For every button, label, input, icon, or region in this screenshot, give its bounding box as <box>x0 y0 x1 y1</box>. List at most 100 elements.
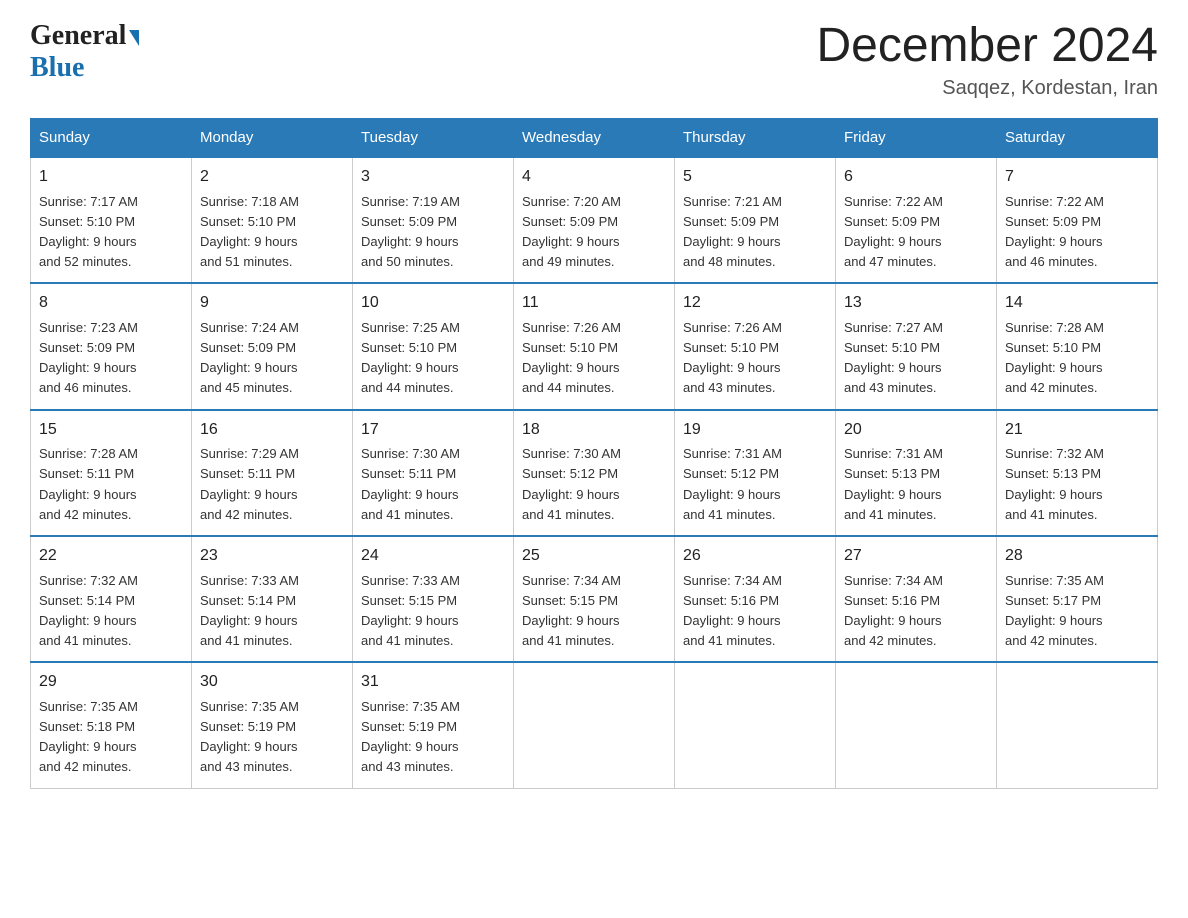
day-info: Sunrise: 7:23 AMSunset: 5:09 PMDaylight:… <box>39 320 138 395</box>
day-info: Sunrise: 7:35 AMSunset: 5:17 PMDaylight:… <box>1005 573 1104 648</box>
day-info: Sunrise: 7:21 AMSunset: 5:09 PMDaylight:… <box>683 194 782 269</box>
calendar-cell: 18 Sunrise: 7:30 AMSunset: 5:12 PMDayligh… <box>514 410 675 536</box>
day-info: Sunrise: 7:22 AMSunset: 5:09 PMDaylight:… <box>1005 194 1104 269</box>
day-number: 16 <box>200 418 344 443</box>
calendar-cell: 30 Sunrise: 7:35 AMSunset: 5:19 PMDayligh… <box>192 662 353 788</box>
location-subtitle: Saqqez, Kordestan, Iran <box>816 77 1158 100</box>
day-number: 5 <box>683 165 827 190</box>
day-number: 23 <box>200 544 344 569</box>
day-info: Sunrise: 7:25 AMSunset: 5:10 PMDaylight:… <box>361 320 460 395</box>
calendar-cell: 12Sunrise: 7:26 AMSunset: 5:10 PMDayligh… <box>675 283 836 409</box>
day-info: Sunrise: 7:34 AMSunset: 5:16 PMDaylight:… <box>844 573 943 648</box>
day-info: Sunrise: 7:35 AMSunset: 5:18 PMDaylight:… <box>39 699 138 774</box>
day-number: 15 <box>39 418 183 443</box>
logo-general-text: General <box>30 20 126 52</box>
day-info: Sunrise: 7:22 AMSunset: 5:09 PMDaylight:… <box>844 194 943 269</box>
day-number: 2 <box>200 165 344 190</box>
logo: General Blue <box>30 20 139 84</box>
day-number: 18 <box>522 418 666 443</box>
day-number: 22 <box>39 544 183 569</box>
day-number: 26 <box>683 544 827 569</box>
day-number: 30 <box>200 670 344 695</box>
calendar-cell: 2 Sunrise: 7:18 AMSunset: 5:10 PMDaylight… <box>192 157 353 283</box>
calendar-week-5: 29Sunrise: 7:35 AMSunset: 5:18 PMDayligh… <box>31 662 1158 788</box>
day-number: 24 <box>361 544 505 569</box>
day-info: Sunrise: 7:26 AMSunset: 5:10 PMDaylight:… <box>683 320 782 395</box>
day-number: 7 <box>1005 165 1149 190</box>
calendar-week-2: 8 Sunrise: 7:23 AMSunset: 5:09 PMDaylight… <box>31 283 1158 409</box>
col-tuesday: Tuesday <box>353 118 514 157</box>
calendar-cell: 25 Sunrise: 7:34 AMSunset: 5:15 PMDayligh… <box>514 536 675 662</box>
page-header: General Blue December 2024 Saqqez, Korde… <box>30 20 1158 100</box>
day-number: 10 <box>361 291 505 316</box>
day-info: Sunrise: 7:31 AMSunset: 5:13 PMDaylight:… <box>844 446 943 521</box>
day-info: Sunrise: 7:19 AMSunset: 5:09 PMDaylight:… <box>361 194 460 269</box>
col-wednesday: Wednesday <box>514 118 675 157</box>
calendar-cell: 8 Sunrise: 7:23 AMSunset: 5:09 PMDaylight… <box>31 283 192 409</box>
day-info: Sunrise: 7:17 AMSunset: 5:10 PMDaylight:… <box>39 194 138 269</box>
day-number: 9 <box>200 291 344 316</box>
calendar-cell <box>675 662 836 788</box>
day-number: 21 <box>1005 418 1149 443</box>
day-info: Sunrise: 7:34 AMSunset: 5:15 PMDaylight:… <box>522 573 621 648</box>
calendar-cell: 7 Sunrise: 7:22 AMSunset: 5:09 PMDaylight… <box>997 157 1158 283</box>
day-number: 13 <box>844 291 988 316</box>
calendar-cell <box>514 662 675 788</box>
day-number: 8 <box>39 291 183 316</box>
day-info: Sunrise: 7:32 AMSunset: 5:14 PMDaylight:… <box>39 573 138 648</box>
calendar-cell: 29Sunrise: 7:35 AMSunset: 5:18 PMDayligh… <box>31 662 192 788</box>
col-friday: Friday <box>836 118 997 157</box>
calendar-cell <box>997 662 1158 788</box>
day-number: 3 <box>361 165 505 190</box>
calendar-cell: 11 Sunrise: 7:26 AMSunset: 5:10 PMDayligh… <box>514 283 675 409</box>
calendar-cell: 16Sunrise: 7:29 AMSunset: 5:11 PMDayligh… <box>192 410 353 536</box>
day-info: Sunrise: 7:33 AMSunset: 5:15 PMDaylight:… <box>361 573 460 648</box>
calendar-cell: 13 Sunrise: 7:27 AMSunset: 5:10 PMDayligh… <box>836 283 997 409</box>
calendar-cell: 3 Sunrise: 7:19 AMSunset: 5:09 PMDaylight… <box>353 157 514 283</box>
day-info: Sunrise: 7:30 AMSunset: 5:11 PMDaylight:… <box>361 446 460 521</box>
day-number: 11 <box>522 291 666 316</box>
day-info: Sunrise: 7:20 AMSunset: 5:09 PMDaylight:… <box>522 194 621 269</box>
day-info: Sunrise: 7:32 AMSunset: 5:13 PMDaylight:… <box>1005 446 1104 521</box>
month-title: December 2024 <box>816 20 1158 73</box>
day-number: 27 <box>844 544 988 569</box>
calendar-cell: 19Sunrise: 7:31 AMSunset: 5:12 PMDayligh… <box>675 410 836 536</box>
day-number: 28 <box>1005 544 1149 569</box>
calendar-table: Sunday Monday Tuesday Wednesday Thursday… <box>30 118 1158 789</box>
calendar-cell: 20Sunrise: 7:31 AMSunset: 5:13 PMDayligh… <box>836 410 997 536</box>
calendar-cell <box>836 662 997 788</box>
day-info: Sunrise: 7:30 AMSunset: 5:12 PMDaylight:… <box>522 446 621 521</box>
day-info: Sunrise: 7:33 AMSunset: 5:14 PMDaylight:… <box>200 573 299 648</box>
col-thursday: Thursday <box>675 118 836 157</box>
day-info: Sunrise: 7:28 AMSunset: 5:10 PMDaylight:… <box>1005 320 1104 395</box>
day-info: Sunrise: 7:35 AMSunset: 5:19 PMDaylight:… <box>200 699 299 774</box>
calendar-cell: 31Sunrise: 7:35 AMSunset: 5:19 PMDayligh… <box>353 662 514 788</box>
calendar-cell: 21 Sunrise: 7:32 AMSunset: 5:13 PMDayligh… <box>997 410 1158 536</box>
title-area: December 2024 Saqqez, Kordestan, Iran <box>816 20 1158 100</box>
calendar-header-row: Sunday Monday Tuesday Wednesday Thursday… <box>31 118 1158 157</box>
day-info: Sunrise: 7:35 AMSunset: 5:19 PMDaylight:… <box>361 699 460 774</box>
day-info: Sunrise: 7:26 AMSunset: 5:10 PMDaylight:… <box>522 320 621 395</box>
day-number: 19 <box>683 418 827 443</box>
calendar-week-3: 15Sunrise: 7:28 AMSunset: 5:11 PMDayligh… <box>31 410 1158 536</box>
day-info: Sunrise: 7:34 AMSunset: 5:16 PMDaylight:… <box>683 573 782 648</box>
calendar-cell: 15Sunrise: 7:28 AMSunset: 5:11 PMDayligh… <box>31 410 192 536</box>
calendar-cell: 28 Sunrise: 7:35 AMSunset: 5:17 PMDayligh… <box>997 536 1158 662</box>
day-number: 25 <box>522 544 666 569</box>
col-sunday: Sunday <box>31 118 192 157</box>
day-number: 14 <box>1005 291 1149 316</box>
calendar-cell: 22 Sunrise: 7:32 AMSunset: 5:14 PMDayligh… <box>31 536 192 662</box>
calendar-cell: 9 Sunrise: 7:24 AMSunset: 5:09 PMDaylight… <box>192 283 353 409</box>
calendar-cell: 17 Sunrise: 7:30 AMSunset: 5:11 PMDayligh… <box>353 410 514 536</box>
calendar-week-1: 1Sunrise: 7:17 AMSunset: 5:10 PMDaylight… <box>31 157 1158 283</box>
calendar-cell: 26 Sunrise: 7:34 AMSunset: 5:16 PMDayligh… <box>675 536 836 662</box>
calendar-cell: 5 Sunrise: 7:21 AMSunset: 5:09 PMDaylight… <box>675 157 836 283</box>
day-info: Sunrise: 7:18 AMSunset: 5:10 PMDaylight:… <box>200 194 299 269</box>
day-info: Sunrise: 7:24 AMSunset: 5:09 PMDaylight:… <box>200 320 299 395</box>
day-info: Sunrise: 7:27 AMSunset: 5:10 PMDaylight:… <box>844 320 943 395</box>
calendar-cell: 24 Sunrise: 7:33 AMSunset: 5:15 PMDayligh… <box>353 536 514 662</box>
day-number: 17 <box>361 418 505 443</box>
calendar-cell: 10 Sunrise: 7:25 AMSunset: 5:10 PMDayligh… <box>353 283 514 409</box>
logo-blue-text: Blue <box>30 52 84 83</box>
calendar-cell: 23 Sunrise: 7:33 AMSunset: 5:14 PMDayligh… <box>192 536 353 662</box>
